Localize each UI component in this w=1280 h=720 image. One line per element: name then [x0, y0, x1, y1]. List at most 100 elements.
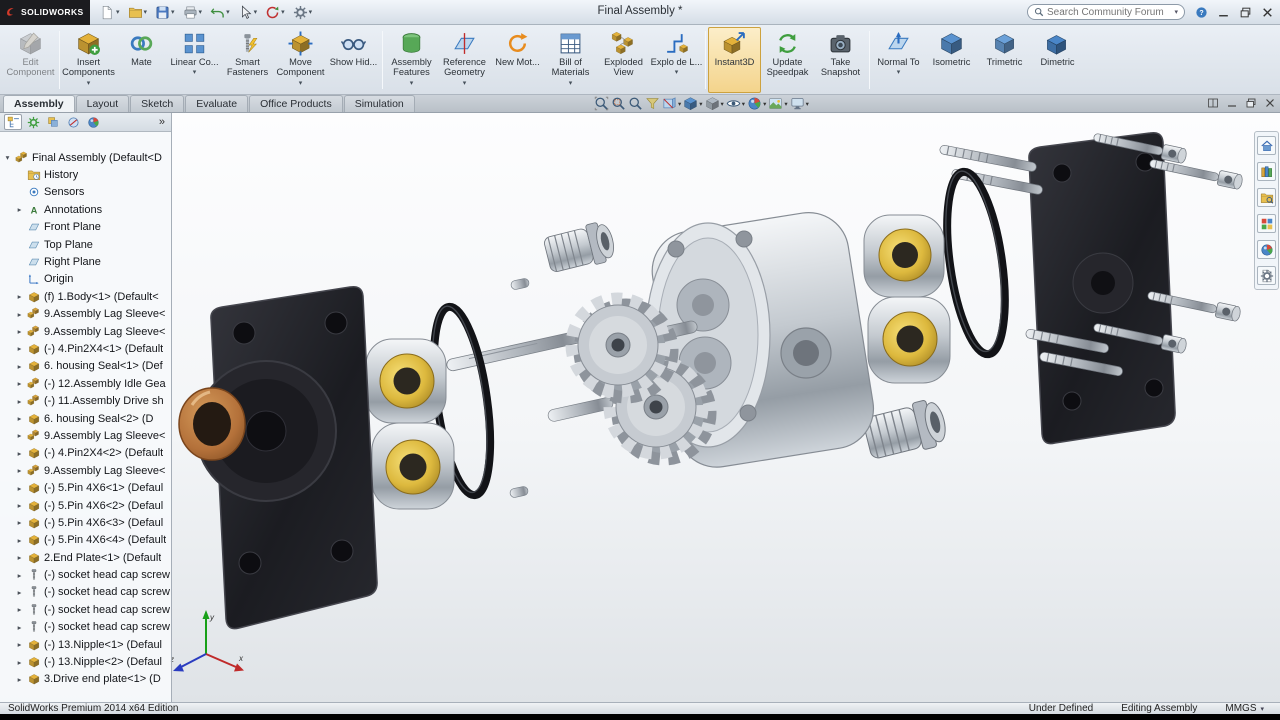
normal-to-button[interactable]: Normal To ▾ — [872, 27, 925, 93]
print-button[interactable]: ▾ — [183, 5, 202, 20]
tree-item[interactable]: Front Plane — [0, 219, 171, 236]
zoom-to-fit-button[interactable] — [594, 96, 609, 111]
doc-restore-button[interactable] — [1245, 97, 1257, 109]
tree-expander[interactable]: ▾ — [3, 153, 12, 162]
help-button[interactable]: ? — [1195, 6, 1208, 19]
propertymanager-tab[interactable] — [24, 114, 42, 130]
tree-expander[interactable]: ▸ — [15, 675, 24, 684]
tree-expander[interactable]: ▸ — [15, 397, 24, 406]
search-dropdown-icon[interactable]: ▾ — [1174, 8, 1178, 16]
tree-expander[interactable]: ▸ — [15, 362, 24, 371]
magnifying-glass-button[interactable] — [628, 96, 643, 111]
tree-expander[interactable]: ▸ — [15, 449, 24, 458]
tree-item[interactable]: ▸ 3.Drive end plate<1> (D — [0, 671, 171, 688]
tree-item[interactable]: ▸ 6. housing Seal<1> (Def — [0, 358, 171, 375]
tab-office-products[interactable]: Office Products — [249, 95, 343, 112]
part-nipple-top[interactable] — [542, 220, 617, 276]
tree-item[interactable]: ▾ Final Assembly (Default<D — [0, 149, 171, 166]
exploded-view-button[interactable]: Exploded View — [597, 27, 650, 93]
tree-expander[interactable]: ▸ — [15, 571, 24, 580]
doc-close-button[interactable] — [1264, 97, 1276, 109]
solidworks-resources-button[interactable] — [1257, 136, 1276, 155]
tree-item[interactable]: Top Plane — [0, 236, 171, 253]
section-view-button[interactable]: ▾ — [662, 96, 681, 111]
filter-button[interactable] — [645, 96, 660, 111]
file-explorer-button[interactable] — [1257, 188, 1276, 207]
tree-expander[interactable]: ▸ — [15, 623, 24, 632]
part-lag-sleeve-front-upper[interactable] — [365, 338, 447, 424]
tree-expander[interactable]: ▸ — [15, 553, 24, 562]
tree-expander[interactable]: ▸ — [15, 518, 24, 527]
tree-item[interactable]: History — [0, 166, 171, 183]
split-view-button[interactable] — [1207, 97, 1219, 109]
tree-item[interactable]: ▸ (-) socket head cap screw — [0, 601, 171, 618]
appearances-button[interactable] — [1257, 240, 1276, 259]
tree-item[interactable]: ▸ 9.Assembly Lag Sleeve< — [0, 323, 171, 340]
open-button[interactable]: ▾ — [128, 5, 147, 20]
community-search[interactable]: ▾ — [1027, 4, 1185, 20]
tree-item[interactable]: ▸ (f) 1.Body<1> (Default< — [0, 288, 171, 305]
undo-button[interactable]: ▾ — [210, 5, 230, 20]
tree-expander[interactable]: ▸ — [15, 205, 24, 214]
reference-geometry-button[interactable]: Reference Geometry ▾ — [438, 27, 491, 93]
tree-expander[interactable]: ▸ — [15, 414, 24, 423]
view-settings-button[interactable]: ▾ — [790, 96, 809, 111]
tree-item[interactable]: ▸ (-) 4.Pin2X4<2> (Default — [0, 445, 171, 462]
custom-properties-button[interactable] — [1257, 266, 1276, 285]
hide-show-items-button[interactable]: ▾ — [726, 96, 745, 111]
tree-item[interactable]: ▸ (-) 5.Pin 4X6<2> (Defaul — [0, 497, 171, 514]
restore-button[interactable] — [1239, 6, 1252, 19]
part-rear-cover-plate[interactable] — [1028, 131, 1176, 445]
bill-of-materials-button[interactable]: Bill of Materials ▾ — [544, 27, 597, 93]
show-hidden-components-button[interactable]: Show Hid... — [327, 27, 380, 93]
update-speedpak-button[interactable]: Update Speedpak — [761, 27, 814, 93]
search-input[interactable] — [1047, 6, 1172, 18]
assembly-features-button[interactable]: Assembly Features ▾ — [385, 27, 438, 93]
close-button[interactable] — [1261, 6, 1274, 19]
tree-item[interactable]: ▸ 6. housing Seal<2> (D — [0, 410, 171, 427]
dimetric-button[interactable]: Dimetric — [1031, 27, 1084, 93]
display-style-button[interactable]: ▾ — [705, 96, 724, 111]
part-lag-sleeve-front-lower[interactable] — [371, 422, 455, 510]
linear-component-pattern-button[interactable]: Linear Co... ▾ — [168, 27, 221, 93]
new-document-button[interactable]: ▾ — [100, 5, 120, 20]
view-palette-button[interactable] — [1257, 214, 1276, 233]
tab-evaluate[interactable]: Evaluate — [185, 95, 249, 112]
tree-expander[interactable]: ▸ — [15, 605, 24, 614]
tree-item[interactable]: ▸ (-) 11.Assembly Drive sh — [0, 392, 171, 409]
tab-layout[interactable]: Layout — [75, 95, 130, 112]
tree-item[interactable]: Origin — [0, 271, 171, 288]
tree-expander[interactable]: ▸ — [15, 344, 24, 353]
part-dowel-pin-upper[interactable] — [510, 278, 530, 291]
tree-expander[interactable]: ▸ — [15, 431, 24, 440]
tab-assembly[interactable]: Assembly — [3, 95, 75, 112]
doc-minimize-button[interactable] — [1226, 97, 1238, 109]
part-dowel-pin-lower[interactable] — [509, 486, 529, 499]
tree-item[interactable]: ▸ 9.Assembly Lag Sleeve< — [0, 306, 171, 323]
tree-item[interactable]: Right Plane — [0, 253, 171, 270]
tree-item[interactable]: ▸ (-) 4.Pin2X4<1> (Default — [0, 340, 171, 357]
tree-item[interactable]: ▸ (-) 5.Pin 4X6<1> (Defaul — [0, 479, 171, 496]
part-copper-bushing[interactable] — [178, 387, 246, 461]
tree-item[interactable]: ▸ (-) 12.Assembly Idle Gea — [0, 375, 171, 392]
tree-item[interactable]: ▸ 9.Assembly Lag Sleeve< — [0, 462, 171, 479]
tree-item[interactable]: ▸ (-) 13.Nipple<1> (Defaul — [0, 636, 171, 653]
dimxpertmanager-tab[interactable] — [64, 114, 82, 130]
tree-expander[interactable]: ▸ — [15, 536, 24, 545]
tree-item[interactable]: ▸ (-) socket head cap screw — [0, 566, 171, 583]
part-stud-1[interactable] — [939, 145, 1037, 173]
zoom-to-area-button[interactable] — [611, 96, 626, 111]
tree-expander[interactable]: ▸ — [15, 466, 24, 475]
take-snapshot-button[interactable]: Take Snapshot — [814, 27, 867, 93]
tree-item[interactable]: ▸ (-) 13.Nipple<2> (Defaul — [0, 653, 171, 670]
tree-expander[interactable]: ▸ — [15, 379, 24, 388]
tree-item[interactable]: ▸ (-) 5.Pin 4X6<4> (Default — [0, 532, 171, 549]
tab-sketch[interactable]: Sketch — [130, 95, 185, 112]
tree-expander[interactable]: ▸ — [15, 484, 24, 493]
new-motion-study-button[interactable]: New Mot... — [491, 27, 544, 93]
tree-expander[interactable]: ▸ — [15, 588, 24, 597]
rebuild-button[interactable]: ▾ — [265, 5, 285, 20]
trimetric-button[interactable]: Trimetric — [978, 27, 1031, 93]
tree-item[interactable]: ▸ 9.Assembly Lag Sleeve< — [0, 427, 171, 444]
tree-item[interactable]: ▸ (-) socket head cap screw — [0, 584, 171, 601]
